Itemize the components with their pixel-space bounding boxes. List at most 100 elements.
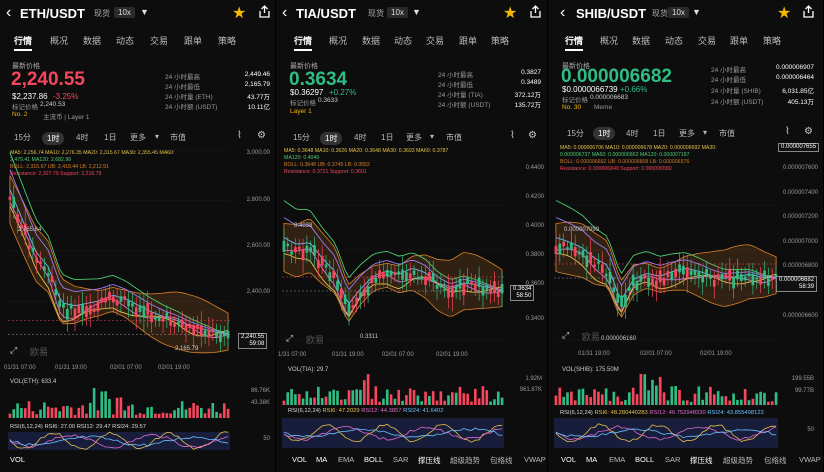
volume-bar [728, 400, 732, 405]
candle-body [65, 308, 69, 320]
last-price: 0.3634 [513, 286, 532, 292]
volume-bar [313, 397, 316, 405]
candle-body [131, 303, 134, 307]
candle-body [347, 303, 351, 314]
btm-envelope[interactable]: 包络线 [490, 455, 513, 466]
volume-bar [58, 411, 61, 418]
btm-ma[interactable]: MA [316, 455, 327, 464]
candle-body [343, 294, 347, 305]
volume-bar [408, 388, 412, 405]
candle-body [328, 272, 332, 282]
candlestick-chart[interactable] [276, 0, 548, 472]
candle-body [62, 303, 65, 308]
volume-bar [127, 405, 130, 418]
volume-bar [66, 405, 69, 418]
candle-body [493, 281, 496, 292]
candle-body [662, 277, 666, 286]
candle-body [747, 273, 751, 277]
candle-body [215, 332, 218, 338]
x-axis-label: 02/01 19:00 [700, 351, 732, 357]
candle-body [39, 261, 42, 265]
volume-bar [747, 400, 751, 405]
volume-bar [297, 394, 301, 405]
candle-body [100, 297, 104, 303]
btm-supertrend[interactable]: 超级趋势 [723, 455, 753, 466]
x-axis-label: 01/31 19:00 [578, 351, 610, 357]
volume-bar [27, 401, 31, 418]
candle-body [317, 260, 320, 269]
volume-bar [43, 402, 46, 418]
boll-band [9, 175, 229, 354]
candle-body [127, 300, 130, 307]
last-price-box: 0.3634 58:50 [510, 285, 535, 301]
volume-bar [165, 413, 169, 418]
btm-vwap[interactable]: VWAP [524, 455, 546, 464]
y-axis-label: 0.3800 [525, 252, 544, 258]
volume-bar [431, 391, 435, 405]
volume-bar [343, 399, 347, 405]
vol-axis-label: 43.38K [250, 400, 270, 406]
btm-vol[interactable]: VOL [561, 455, 576, 464]
volume-bar [207, 408, 211, 418]
volume-bar [54, 407, 58, 418]
btm-boll[interactable]: BOLL [364, 455, 383, 464]
volume-bar [169, 413, 172, 418]
candle-body [359, 292, 362, 298]
btm-sr[interactable]: 撑压线 [690, 455, 713, 466]
btm-vol[interactable]: VOL [10, 455, 25, 464]
candle-body [134, 307, 138, 317]
volume-bar [774, 392, 778, 405]
volume-bar [23, 408, 27, 418]
candle-body [192, 324, 195, 336]
candle-body [624, 295, 627, 307]
btm-vol[interactable]: VOL [292, 455, 307, 464]
btm-supertrend[interactable]: 超级趋势 [450, 455, 480, 466]
expand-icon[interactable]: ⤢ [562, 330, 569, 341]
btm-vwap[interactable]: VWAP [799, 455, 821, 464]
candle-body [496, 288, 500, 297]
candle-body [108, 291, 111, 301]
rsi-label: RSI(6,12,24) RSI6: 47.2029 RSI12: 44.385… [288, 408, 444, 414]
y-axis-label: 2,800.00 [246, 197, 270, 203]
volume-bar [755, 393, 759, 405]
candlestick-chart[interactable] [548, 0, 824, 472]
y-axis-label: 0.4200 [525, 194, 544, 200]
volume-bar [485, 390, 489, 405]
volume-bar [370, 398, 374, 405]
candle-body [54, 288, 58, 296]
expand-icon[interactable]: ⤢ [10, 345, 17, 356]
btm-ema[interactable]: EMA [609, 455, 625, 464]
expand-icon[interactable]: ⤢ [286, 333, 293, 344]
low-marker: 2,165.79 [175, 346, 199, 352]
volume-bar [412, 389, 416, 405]
btm-sar[interactable]: SAR [665, 455, 680, 464]
btm-envelope[interactable]: 包络线 [764, 455, 787, 466]
volume-bar [96, 410, 100, 418]
candle-body [294, 247, 297, 253]
candle-body [397, 271, 401, 275]
volume-bar [222, 403, 226, 418]
candle-body [324, 264, 328, 268]
volume-bar [570, 391, 573, 405]
candle-body [554, 245, 558, 255]
btm-ma[interactable]: MA [586, 455, 597, 464]
candle-body [697, 272, 701, 279]
volume-bar [500, 397, 504, 405]
btm-boll[interactable]: BOLL [635, 455, 654, 464]
volume-bar [655, 385, 658, 405]
vol-axis-label: 86.76K [250, 388, 270, 394]
volume-bar [92, 388, 96, 418]
volume-bar [558, 387, 562, 405]
btm-sar[interactable]: SAR [393, 455, 408, 464]
volume-bar [424, 391, 427, 405]
candle-body [689, 270, 693, 276]
candle-body [647, 277, 650, 287]
high-marker: 2,765.64 [18, 227, 42, 233]
volume-bar [161, 412, 165, 418]
volume-bar [458, 386, 462, 405]
btm-sr[interactable]: 撑压线 [418, 455, 441, 466]
candle-body [577, 251, 581, 255]
volume-bar [305, 391, 309, 405]
btm-ema[interactable]: EMA [338, 455, 354, 464]
candle-body [658, 270, 662, 283]
